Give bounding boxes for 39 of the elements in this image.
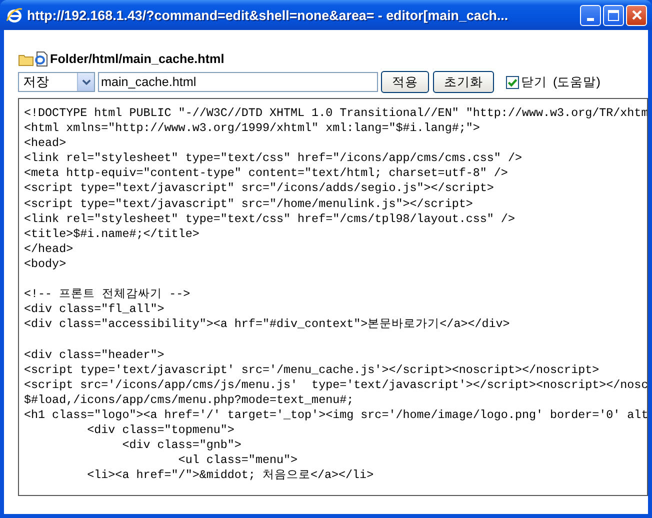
help-link[interactable]: (도움말) <box>553 74 600 90</box>
code-line: </head> <box>24 242 74 257</box>
code-line: <!-- 프론트 전체감싸기 --> <box>24 287 190 302</box>
code-line: <title>$#i.name#;</title> <box>24 226 200 242</box>
code-line: <link rel="stylesheet" type="text/css" href="/cms/tpl98/layout.css" /> <box>24 212 515 227</box>
file-path: Folder/html/main_cache.html <box>50 52 224 66</box>
window-title: http://192.168.1.43/?command=edit&shell=none&area= - editor[main_cach... <box>27 8 510 22</box>
checkbox[interactable] <box>506 76 519 88</box>
code-line: <meta http-equiv="content-type" content="text/html; charset=utf-8" /> <box>24 166 508 182</box>
code-line: <script src='/icons/app/cms/js/menu.js' type='text/javascript'></script><noscript></nosc <box>24 378 647 393</box>
code-line: <link rel="stylesheet" type="text/css" href="/icons/app/cms/cms.css" /> <box>24 151 522 166</box>
code-line: <script type="text/javascript" src="/home/menulink.js"></script> <box>24 196 473 212</box>
maximize-button[interactable] <box>603 4 624 26</box>
close-icon <box>630 9 642 21</box>
code-line: <li><a href="/">&middot; 처음으로</a></li> <box>86 468 374 484</box>
code-line: <div class="topmenu"> <box>86 422 234 438</box>
caret-icon <box>82 79 90 85</box>
browser-icon <box>6 6 23 24</box>
filename-field[interactable]: main_cache.html <box>98 72 378 92</box>
code-line: <h1 class="logo"><a href='/' target='_top'><img src='/home/image/logo.png' border='0' alt <box>24 408 647 423</box>
minimize-button[interactable] <box>580 4 601 26</box>
mode-select[interactable]: 저장 <box>18 72 95 92</box>
code-line: <div class="header"> <box>24 348 164 363</box>
code-line: $#load,/icons/app/cms/menu.php?mode=text_menu#; <box>24 392 354 408</box>
code-line: <body> <box>24 256 66 272</box>
toolbar-button[interactable]: 초기화 <box>433 71 494 93</box>
checkbox-label: 닫기 <box>521 74 547 90</box>
code-line: <html xmlns="http://www.w3.org/1999/xhtml" xml:lang="$#i.lang#;"> <box>24 121 480 136</box>
code-line: <script type="text/javascript" src="/icons/adds/segio.js"></script> <box>24 181 494 197</box>
code-line: <div class="fl_all"> <box>24 302 164 318</box>
document-icon <box>34 51 48 67</box>
close-button[interactable] <box>626 4 647 26</box>
code-line: <ul class="menu"> <box>177 453 298 468</box>
code-line: <script type='text/javascript' src='/menu_cache.js'></script><noscript></noscript> <box>24 362 600 378</box>
toolbar-button[interactable]: 적용 <box>381 71 429 93</box>
code-editor[interactable] <box>18 98 648 496</box>
code-line: <div class="accessibility"><a hrf="#div_context">본문바로가기</a></div> <box>24 317 510 332</box>
code-line: <head> <box>24 136 66 152</box>
code-line: <div class="gnb"> <box>121 438 242 454</box>
